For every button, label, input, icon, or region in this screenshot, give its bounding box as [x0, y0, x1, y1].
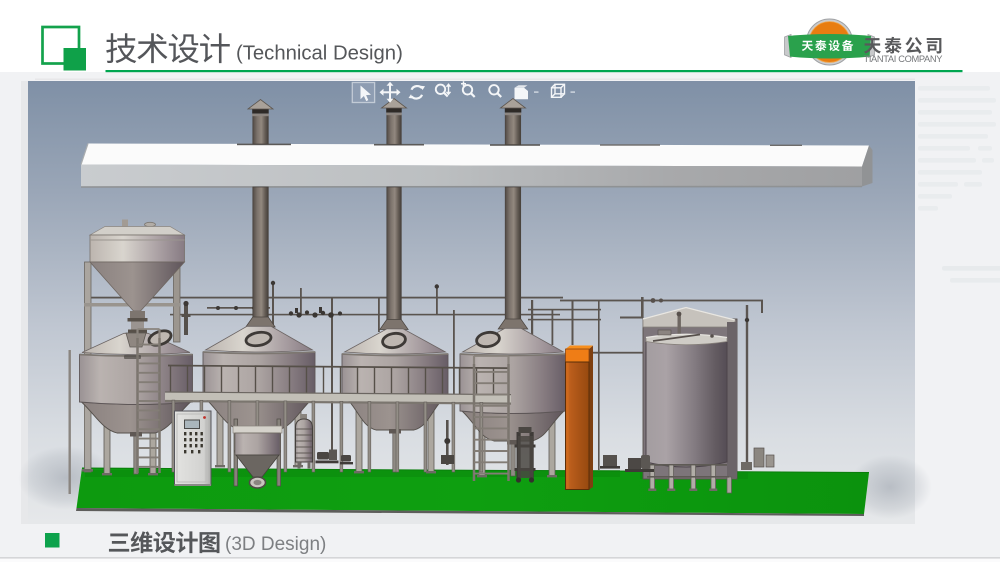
- svg-text:(Technical Design): (Technical Design): [236, 43, 403, 65]
- svg-text:TIANTAI COMPANY: TIANTAI COMPANY: [864, 54, 943, 64]
- svg-text:(3D Design): (3D Design): [225, 534, 326, 555]
